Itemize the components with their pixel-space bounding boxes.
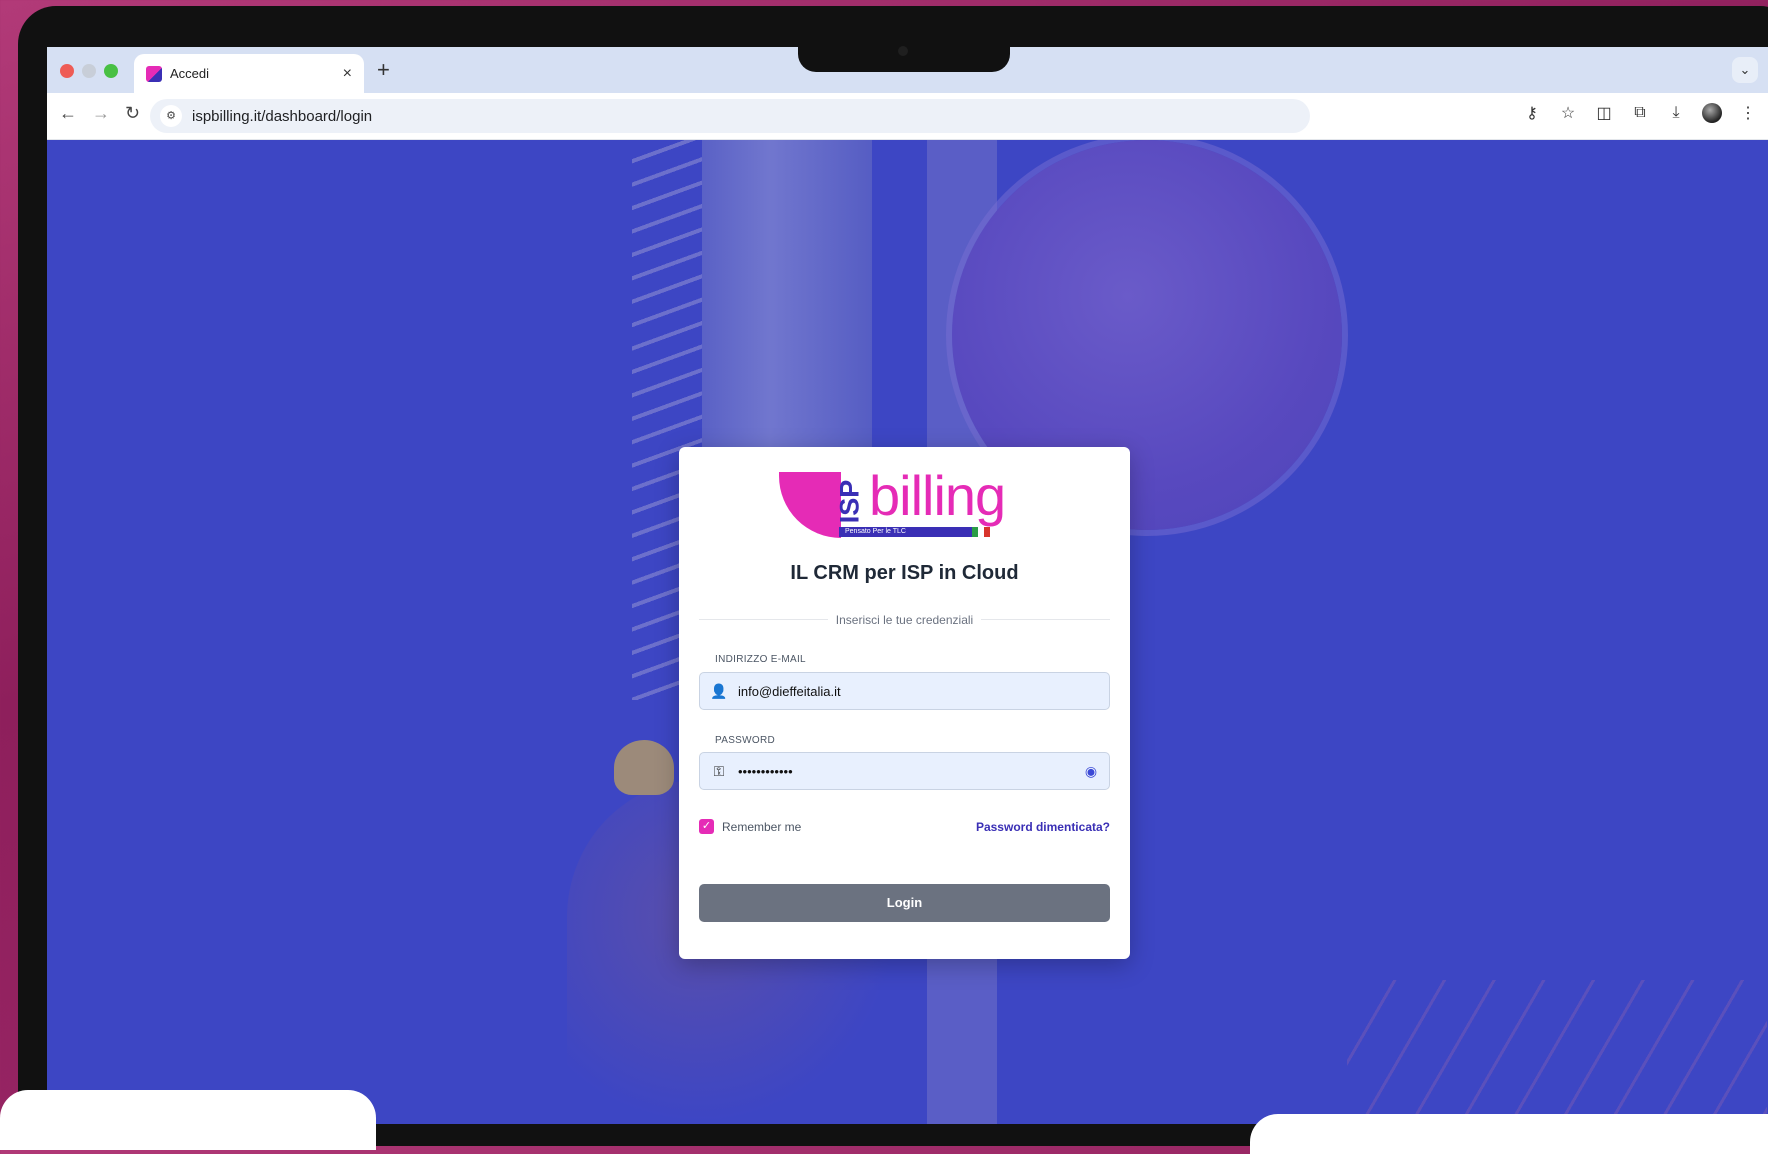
login-title: IL CRM per ISP in Cloud — [790, 562, 1019, 584]
remember-me: ✓ Remember me — [699, 819, 801, 834]
logo-quarter-circle-icon — [779, 472, 841, 538]
password-value[interactable]: •••••••••••• — [738, 764, 1073, 779]
show-password-eye-icon[interactable]: ◉ — [1073, 763, 1109, 780]
profile-avatar[interactable] — [1702, 103, 1722, 123]
login-page: ISP billing Pensato Per le TLC IL CRM pe… — [47, 140, 1768, 1124]
tab-title: Accedi — [170, 66, 210, 81]
url-text[interactable]: ispbilling.it/dashboard/login — [192, 108, 372, 125]
italian-flag-icon — [972, 527, 990, 537]
remember-me-checkbox[interactable]: ✓ — [699, 819, 714, 834]
overlay-card-right — [1250, 1114, 1768, 1154]
password-label: PASSWORD — [715, 735, 775, 746]
email-value[interactable]: info@dieffeitalia.it — [738, 684, 1109, 699]
bookmark-star-icon[interactable]: ☆ — [1558, 103, 1578, 123]
new-tab-button[interactable]: + — [377, 57, 390, 83]
site-info-icon[interactable]: ⚙ — [160, 105, 182, 127]
overlay-card-left — [0, 1090, 376, 1150]
login-button[interactable]: Login — [699, 884, 1110, 922]
close-tab-icon[interactable]: × — [343, 65, 352, 83]
extensions-puzzle-icon[interactable]: ⧉ — [1630, 104, 1650, 122]
camera-notch — [798, 40, 1010, 72]
favicon-icon — [146, 65, 162, 82]
browser-window: Accedi × + ⌄ ← → ↻ ⚙ ispbilling.it/dashb… — [47, 47, 1768, 1124]
credentials-divider: Inserisci le tue credenziali — [679, 611, 1130, 629]
back-arrow-icon[interactable]: ← — [59, 103, 77, 124]
forward-arrow-icon[interactable]: → — [92, 103, 110, 124]
logo-billing-wordmark: billing — [869, 464, 1006, 527]
browser-toolbar: ← → ↻ ⚙ ispbilling.it/dashboard/login ⚷ … — [47, 93, 1768, 140]
logo-isp-wordmark: ISP — [834, 479, 865, 523]
password-key-icon[interactable]: ⚷ — [1522, 103, 1542, 123]
email-label: INDIRIZZO E-MAIL — [715, 654, 806, 665]
toolbar-actions: ⚷ ☆ ◫ ⧉ ⤓ ⋮ — [1522, 103, 1758, 123]
minimize-window-button[interactable] — [82, 64, 96, 78]
credentials-prompt: Inserisci le tue credenziali — [827, 613, 982, 627]
reload-icon[interactable]: ↻ — [125, 103, 140, 124]
email-field[interactable]: 👤 info@dieffeitalia.it — [699, 672, 1110, 710]
camera-icon — [898, 46, 908, 56]
password-field[interactable]: ⚿ •••••••••••• ◉ — [699, 752, 1110, 790]
more-menu-icon[interactable]: ⋮ — [1738, 103, 1758, 123]
download-icon[interactable]: ⤓ — [1666, 104, 1686, 122]
cast-icon[interactable]: ◫ — [1594, 103, 1614, 123]
login-card: ISP billing Pensato Per le TLC IL CRM pe… — [679, 447, 1130, 959]
forgot-password-link[interactable]: Password dimenticata? — [976, 820, 1110, 834]
ispbilling-logo: ISP billing Pensato Per le TLC — [779, 464, 1034, 539]
background-helmet — [614, 740, 674, 795]
address-bar[interactable]: ⚙ ispbilling.it/dashboard/login — [150, 99, 1310, 133]
maximize-window-button[interactable] — [104, 64, 118, 78]
user-icon: 👤 — [710, 682, 728, 699]
close-window-button[interactable] — [60, 64, 74, 78]
tab-accedi[interactable]: Accedi × — [134, 54, 364, 93]
logo-tagline: Pensato Per le TLC — [839, 527, 975, 537]
remember-me-label[interactable]: Remember me — [722, 820, 801, 834]
background-branches — [1347, 980, 1767, 1120]
key-icon: ⚿ — [713, 762, 725, 779]
tab-search-button[interactable]: ⌄ — [1732, 57, 1758, 83]
